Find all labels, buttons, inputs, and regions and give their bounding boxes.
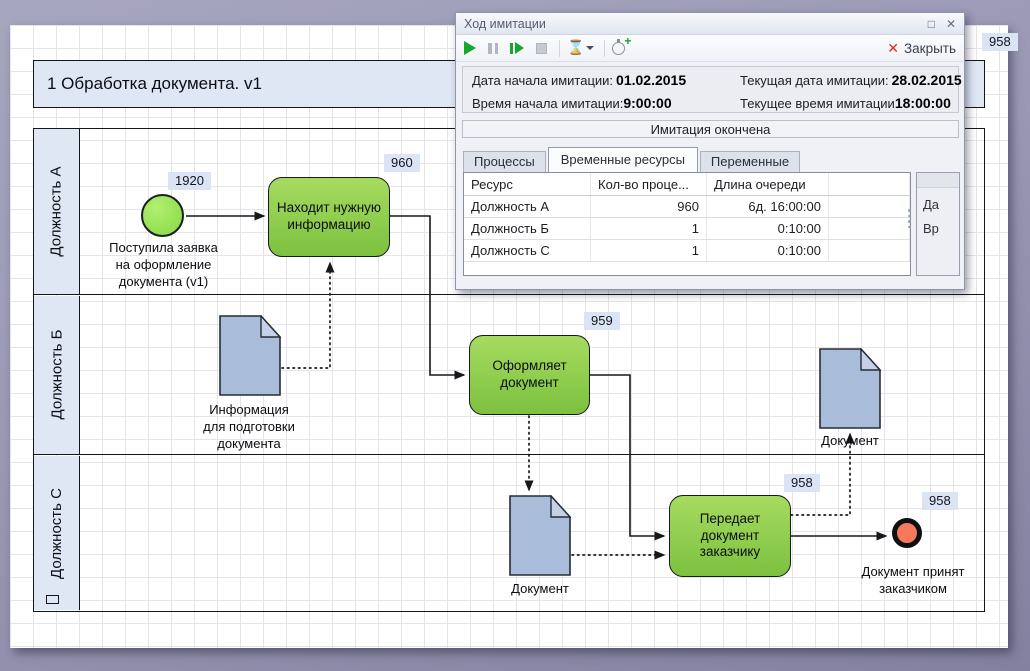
chevron-down-icon[interactable] (586, 46, 594, 50)
start-event-label: Поступила заявка на оформление документа… (86, 240, 241, 291)
close-window-icon[interactable]: ✕ (946, 17, 956, 31)
start-time-field: Время начала имитации: 9:00:00 (472, 95, 740, 113)
table-header-row: Ресурс Кол-во проце... Длина очереди (464, 173, 910, 196)
close-button-label: Закрыть (904, 41, 956, 56)
lane-corner-icon (46, 595, 59, 604)
restore-window-icon[interactable]: □ (928, 17, 935, 31)
cell-resource: Должность А (464, 196, 591, 217)
toolbar-separator (604, 40, 605, 57)
start-time-value: 9:00:00 (623, 95, 671, 111)
start-date-value: 01.02.2015 (616, 72, 686, 88)
current-date-label: Текущая дата имитации: (740, 73, 889, 88)
clipped-side-panel: Да Вр (916, 172, 960, 276)
cell-resource: Должность С (464, 240, 591, 261)
dialog-title: Ход имитации (464, 17, 917, 31)
plus-icon: + (624, 34, 631, 48)
close-simulation-button[interactable]: ✕ Закрыть (887, 40, 956, 57)
task-find-information[interactable]: Находит нужную информацию (268, 177, 390, 257)
current-time-label: Текущее время имитации (740, 96, 895, 111)
end-event[interactable] (892, 518, 922, 548)
tab-processes[interactable]: Процессы (463, 151, 546, 172)
side-panel-row-1: Да (917, 188, 959, 212)
cell-empty (829, 218, 910, 239)
document-info-label: Информация для подготовки документа (173, 402, 325, 453)
side-panel-header (917, 173, 959, 188)
resources-table: Ресурс Кол-во проце... Длина очереди Дол… (463, 172, 911, 276)
partially-hidden-badge: 958 (982, 33, 1018, 51)
task-deliver-document[interactable]: Передает документ заказчику (669, 495, 791, 577)
simulation-dialog: Ход имитации □ ✕ ⌛ + ✕ Закрыть (455, 12, 965, 290)
current-date-field: Текущая дата имитации: 28.02.2015 (740, 72, 962, 90)
task-find-information-badge: 960 (384, 154, 420, 172)
document-icon-doc3[interactable] (819, 348, 881, 429)
document-icon-doc2[interactable] (509, 495, 571, 576)
lane-c-label: Должность С (48, 488, 65, 579)
close-x-icon: ✕ (887, 40, 899, 57)
end-event-label: Документ принят заказчиком (838, 564, 988, 598)
add-timer-button[interactable]: + (612, 42, 625, 55)
table-row[interactable]: Должность С 1 0:10:00 (464, 240, 910, 262)
end-event-badge: 958 (922, 492, 958, 510)
cell-empty (829, 196, 910, 217)
document-doc3-label: Документ (787, 433, 913, 450)
start-date-field: Дата начала имитации: 01.02.2015 (472, 72, 740, 90)
dialog-tabs: Процессы Временные ресурсы Переменные (463, 147, 802, 172)
toolbar-separator (559, 40, 560, 57)
column-header-empty (829, 173, 910, 195)
lane-b-label: Должность Б (48, 330, 65, 420)
task-deliver-document-badge: 958 (784, 474, 820, 492)
table-row[interactable]: Должность А 960 6д. 16:00:00 (464, 196, 910, 218)
stop-button[interactable] (536, 43, 547, 54)
cell-count: 1 (591, 240, 707, 261)
cell-queue: 0:10:00 (707, 240, 829, 261)
lane-a-label: Должность А (48, 166, 65, 256)
start-time-label: Время начала имитации: (472, 96, 623, 111)
document-doc2-label: Документ (477, 581, 603, 598)
start-date-label: Дата начала имитации: (472, 73, 613, 88)
column-header-queue-length[interactable]: Длина очереди (707, 173, 829, 195)
simulation-status-bar: Имитация окончена (462, 120, 959, 138)
start-event[interactable] (141, 194, 184, 237)
dialog-toolbar: ⌛ + ✕ Закрыть (456, 35, 964, 62)
tab-variables[interactable]: Переменные (700, 151, 800, 172)
panel-splitter[interactable] (907, 209, 912, 228)
stopwatch-icon: + (612, 42, 625, 55)
dialog-titlebar[interactable]: Ход имитации □ ✕ (456, 13, 964, 35)
column-header-resource[interactable]: Ресурс (464, 173, 591, 195)
cell-queue: 6д. 16:00:00 (707, 196, 829, 217)
cell-queue: 0:10:00 (707, 218, 829, 239)
cell-count: 1 (591, 218, 707, 239)
task-prepare-document-badge: 959 (584, 312, 620, 330)
cell-empty (829, 240, 910, 261)
play-button[interactable] (464, 41, 476, 55)
pause-button[interactable] (488, 43, 498, 54)
document-icon-info[interactable] (219, 315, 281, 396)
cell-count: 960 (591, 196, 707, 217)
step-button[interactable] (510, 42, 524, 54)
hourglass-icon[interactable]: ⌛ (567, 40, 584, 56)
column-header-process-count[interactable]: Кол-во проце... (591, 173, 707, 195)
side-panel-row-2: Вр (917, 212, 959, 236)
lane-c-header[interactable]: Должность С (34, 456, 80, 610)
lane-a-header[interactable]: Должность А (34, 129, 80, 294)
current-date-value: 28.02.2015 (892, 72, 962, 88)
task-prepare-document[interactable]: Оформляет документ (469, 335, 590, 415)
lane-b-header[interactable]: Должность Б (34, 296, 80, 454)
start-event-badge: 1920 (168, 172, 211, 190)
tab-time-resources[interactable]: Временные ресурсы (548, 147, 698, 172)
current-time-field: Текущее время имитации 18:00:00 (740, 95, 962, 113)
cell-resource: Должность Б (464, 218, 591, 239)
simulation-info-panel: Дата начала имитации: 01.02.2015 Текущая… (462, 66, 959, 113)
table-row[interactable]: Должность Б 1 0:10:00 (464, 218, 910, 240)
current-time-value: 18:00:00 (895, 95, 951, 111)
application-window: 1 Обработка документа. v1 Должность А До… (0, 0, 1030, 671)
